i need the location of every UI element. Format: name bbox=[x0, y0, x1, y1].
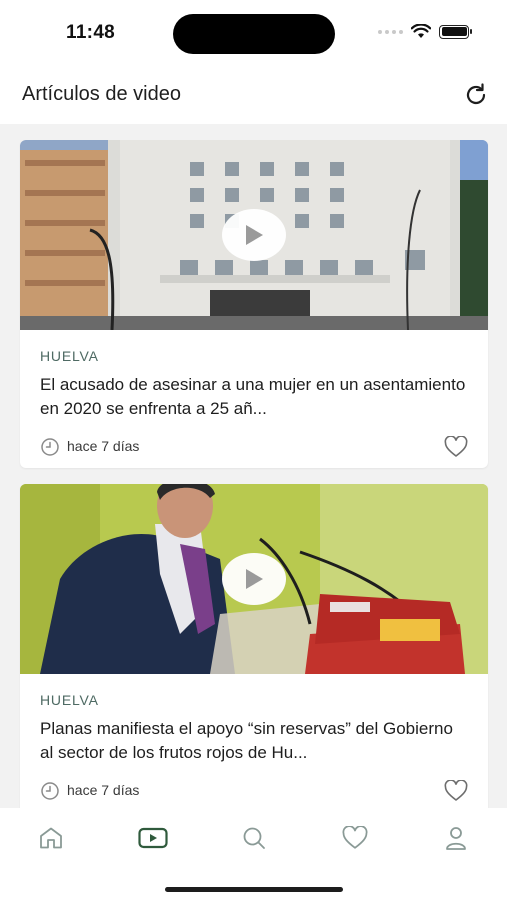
play-button[interactable] bbox=[222, 209, 286, 261]
clock-icon bbox=[41, 782, 59, 800]
article-category[interactable]: HUELVA bbox=[40, 348, 468, 364]
play-icon bbox=[246, 569, 263, 589]
video-thumbnail[interactable] bbox=[20, 140, 488, 330]
tab-home[interactable] bbox=[31, 822, 71, 854]
favorite-heart-icon[interactable] bbox=[444, 436, 468, 458]
status-time: 11:48 bbox=[66, 22, 116, 43]
video-play-icon bbox=[138, 827, 168, 849]
video-article-card[interactable]: HUELVA El acusado de asesinar a una muje… bbox=[20, 140, 488, 468]
video-article-card[interactable]: HUELVA Planas manifiesta el apoyo “sin r… bbox=[20, 484, 488, 808]
home-indicator[interactable] bbox=[165, 887, 343, 892]
article-date: hace 7 días bbox=[67, 438, 140, 454]
video-thumbnail[interactable] bbox=[20, 484, 488, 674]
video-feed[interactable]: HUELVA El acusado de asesinar a una muje… bbox=[0, 124, 507, 808]
refresh-icon bbox=[466, 83, 486, 104]
tab-search[interactable] bbox=[234, 822, 274, 854]
status-bar: 11:48 bbox=[0, 0, 507, 66]
clock-icon bbox=[41, 438, 59, 456]
article-category[interactable]: HUELVA bbox=[40, 692, 468, 708]
refresh-button[interactable] bbox=[461, 80, 491, 110]
heart-icon bbox=[342, 826, 368, 849]
tab-favorites[interactable] bbox=[335, 822, 375, 854]
signal-icon bbox=[378, 29, 403, 34]
play-button[interactable] bbox=[222, 553, 286, 605]
article-date: hace 7 días bbox=[67, 782, 140, 798]
status-icons bbox=[378, 24, 472, 39]
article-meta: hace 7 días bbox=[40, 779, 468, 803]
dynamic-island bbox=[173, 14, 335, 54]
tab-videos[interactable] bbox=[133, 822, 173, 854]
article-title[interactable]: Planas manifiesta el apoyo “sin reservas… bbox=[40, 717, 468, 765]
bottom-tab-bar bbox=[0, 808, 507, 900]
user-icon bbox=[446, 827, 466, 850]
page-header: Artículos de video bbox=[0, 66, 507, 124]
play-icon bbox=[246, 225, 263, 245]
wifi-icon bbox=[411, 24, 431, 38]
article-meta: hace 7 días bbox=[40, 435, 468, 459]
article-title[interactable]: El acusado de asesinar a una mujer en un… bbox=[40, 373, 468, 421]
home-icon bbox=[40, 827, 62, 849]
favorite-heart-icon[interactable] bbox=[444, 780, 468, 802]
battery-icon bbox=[439, 24, 472, 39]
page-title: Artículos de video bbox=[22, 83, 181, 105]
search-icon bbox=[243, 827, 265, 849]
tab-profile[interactable] bbox=[436, 822, 476, 854]
